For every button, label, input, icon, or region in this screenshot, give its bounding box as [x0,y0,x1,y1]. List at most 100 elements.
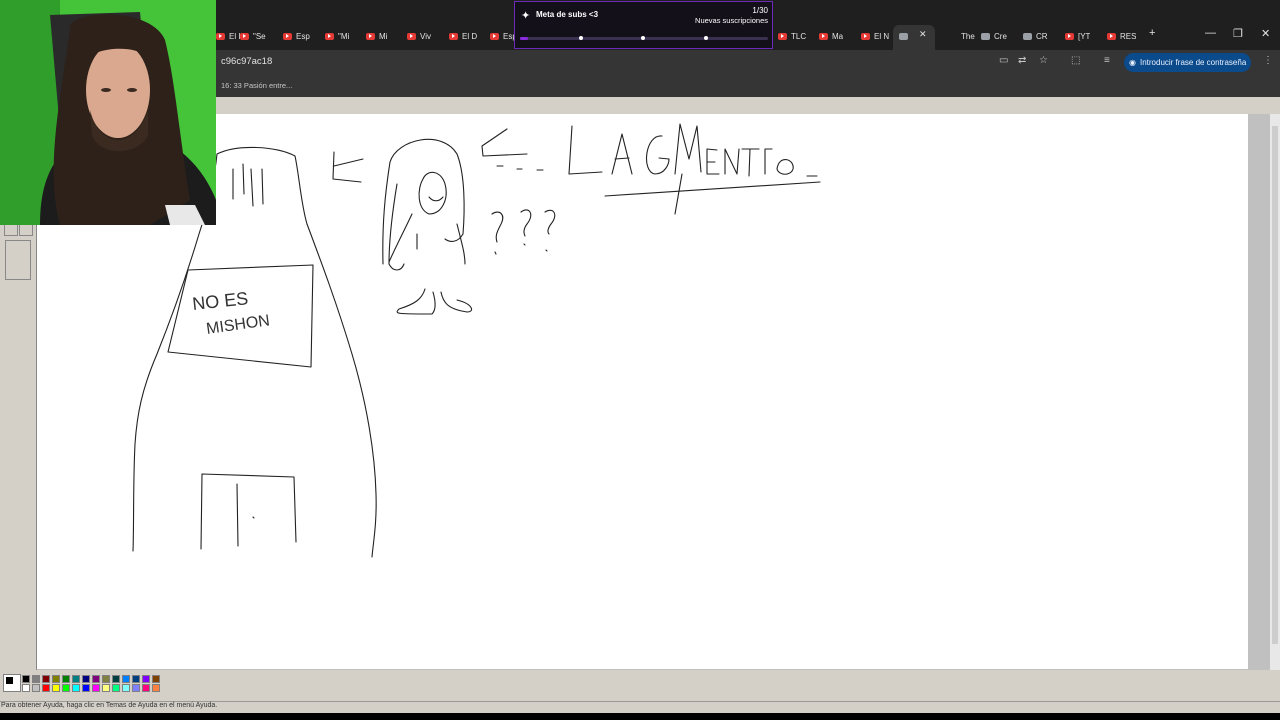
palette-swatch[interactable] [92,675,100,683]
girl-face [418,171,447,215]
girl-head [389,138,465,242]
browser-tab[interactable]: El D [449,28,477,44]
browser-tab[interactable]: El N [861,28,889,44]
palette-swatch[interactable] [22,684,30,692]
goal-milestone-dot [704,36,708,40]
tool-free-select[interactable] [19,224,33,236]
tab-label: [YT [1078,31,1091,41]
browser-tab[interactable]: Viv [407,28,431,44]
label-text-line1: NO ES [191,288,249,314]
paint-canvas[interactable]: NO ES MISHON [37,114,1248,669]
palette-swatch[interactable] [82,675,90,683]
tab-label: "Se [253,31,266,41]
restore-icon[interactable]: ❐ [1233,27,1243,40]
tool-select[interactable] [4,224,18,236]
youtube-icon [407,32,416,40]
palette-swatch[interactable] [52,684,60,692]
palette-swatch[interactable] [52,675,60,683]
palette-swatch[interactable] [62,675,70,683]
address-bar-url[interactable]: c96c97ac18 [221,56,272,67]
palette-swatch[interactable] [142,684,150,692]
youtube-icon [490,32,499,40]
palette-swatch[interactable] [72,684,80,692]
menu-kebab-icon[interactable]: ⋮ [1263,55,1273,66]
translate-icon[interactable]: ⇄ [1018,55,1026,66]
bottom-strip [0,713,1280,720]
browser-tab[interactable]: TLC [778,28,806,44]
left-arrow-mark [332,151,364,183]
current-colors[interactable] [3,674,21,692]
youtube-icon [861,32,870,40]
youtube-icon [366,32,375,40]
lagmental-stroke [674,173,683,215]
sub-goal-widget [514,1,773,49]
palette-swatch[interactable] [92,684,100,692]
goal-title: Meta de subs <3 [536,10,599,19]
minimize-icon[interactable]: — [1205,27,1216,39]
browser-tab[interactable]: [YT [1065,28,1090,44]
browser-tab[interactable]: The [948,28,975,44]
browser-tab[interactable] [899,28,912,44]
new-tab-plus-icon[interactable]: + [1149,27,1155,39]
extensions-icon[interactable]: ⬚ [1071,55,1080,66]
goal-count: 1/30 [752,6,768,15]
youtube-icon [449,32,458,40]
bottle-outline [216,146,377,558]
browser-tab[interactable]: Cre [981,28,1007,44]
page-icon [899,32,908,40]
install-app-icon[interactable]: ▭ [999,55,1008,66]
palette-swatch[interactable] [42,684,50,692]
palette-swatch[interactable] [22,675,30,683]
palette-swatch[interactable] [112,684,120,692]
browser-tab[interactable]: El I [216,28,241,44]
question-marks [491,209,556,255]
scroll-thumb[interactable] [1272,126,1278,644]
browser-tab[interactable]: Esp [283,28,310,44]
tab-label: El N [874,31,890,41]
palette-swatch[interactable] [122,675,130,683]
goal-progress-bar [520,36,768,40]
password-passphrase-button[interactable]: ◉ Introducir frase de contraseña [1124,53,1251,72]
palette-swatch[interactable] [122,684,130,692]
tab-search-icon[interactable]: ≡ [1104,55,1110,66]
palette-swatch[interactable] [102,675,110,683]
tab-label: Esp [296,31,310,41]
browser-tab[interactable]: "Se [240,28,266,44]
palette-swatch[interactable] [42,675,50,683]
page-icon [1023,32,1032,40]
palette-swatch[interactable] [132,684,140,692]
bottle-window-lines [232,163,264,207]
palette-swatch[interactable] [32,675,40,683]
palette-swatch[interactable] [152,684,160,692]
palette-swatch[interactable] [102,684,110,692]
palette-swatch[interactable] [72,675,80,683]
palette-swatch[interactable] [112,675,120,683]
tab-label: Viv [420,31,431,41]
palette-swatch[interactable] [142,675,150,683]
youtube-icon [1107,32,1116,40]
youtube-icon [283,32,292,40]
browser-tab[interactable]: Mi [366,28,387,44]
browser-tab[interactable]: CR [1023,28,1048,44]
close-tab-icon[interactable]: ✕ [919,29,927,40]
browser-tab[interactable]: Ma [819,28,843,44]
bookmark-star-icon[interactable]: ☆ [1039,55,1048,66]
close-window-icon[interactable]: ✕ [1261,27,1270,40]
browser-tab[interactable]: RES [1107,28,1136,44]
browser-tab[interactable]: "Mi [325,28,349,44]
star-icon: ✦ [521,10,531,22]
webcam-image [0,0,216,225]
bottle-door [200,473,297,550]
browser-tab[interactable]: Esp [490,28,517,44]
tab-label: Mi [379,31,388,41]
bookmark-item[interactable]: 16: 33 Pasión entre... [221,81,292,90]
palette-swatch[interactable] [152,675,160,683]
tool-options-box[interactable] [5,240,31,280]
palette-swatch[interactable] [132,675,140,683]
palette-swatch[interactable] [32,684,40,692]
goal-milestone-dot [641,36,645,40]
palette-swatch[interactable] [82,684,90,692]
tab-label: "Mi [338,31,350,41]
palette-swatch[interactable] [62,684,70,692]
drawing: NO ES MISHON [132,123,821,558]
